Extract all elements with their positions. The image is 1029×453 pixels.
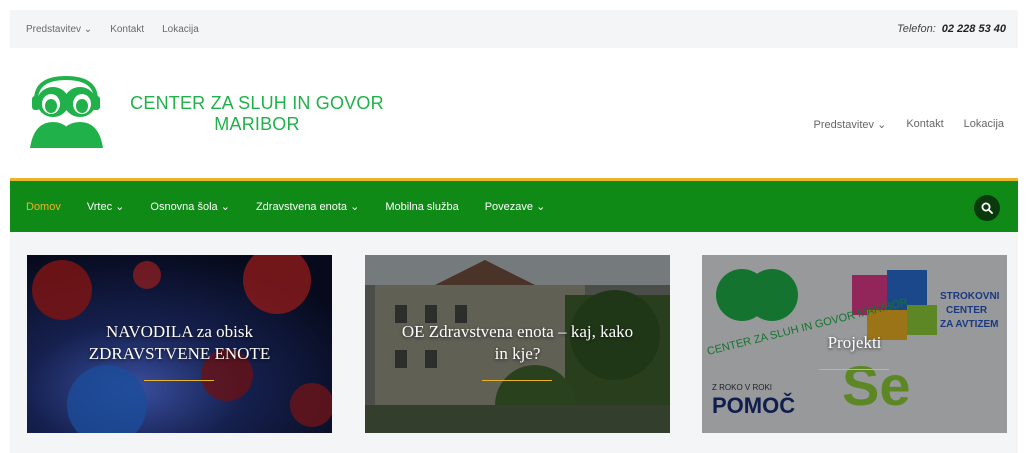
card-title-line-2: ZDRAVSTVENE ENOTE [88,344,271,363]
search-button[interactable] [974,195,1000,221]
nav-item-povezave[interactable]: Povezave ⌄ [485,200,546,213]
page: Predstavitev ⌄ Kontakt Lokacija Telefon:… [10,10,1018,453]
nav-item-osnovna-sola[interactable]: Osnovna šola ⌄ [150,200,230,213]
header-nav: Predstavitev ⌄ Kontakt Lokacija [814,118,1004,131]
card-divider [144,380,214,381]
card-title-line-1: NAVODILA za obisk [105,322,253,341]
brand-line-2: MARIBOR [214,114,300,134]
top-link-lokacija[interactable]: Lokacija [162,24,199,35]
card-title: Projekti [702,332,1007,354]
nav-item-mobilna-sluzba[interactable]: Mobilna služba [385,201,458,213]
top-link-kontakt[interactable]: Kontakt [110,24,144,35]
brand-name[interactable]: CENTER ZA SLUH IN GOVOR MARIBOR [122,93,392,135]
brand-line-1: CENTER ZA SLUH IN GOVOR [130,93,384,113]
card-divider [482,380,552,381]
phone-label: Telefon: [897,23,936,35]
main-nav: Domov Vrtec ⌄ Osnovna šola ⌄ Zdravstvena… [10,181,1018,232]
nav-item-zdravstvena-enota[interactable]: Zdravstvena enota ⌄ [256,200,359,213]
phone-info: Telefon: 02 228 53 40 [897,10,1006,48]
nav-item-domov[interactable]: Domov [26,201,61,213]
search-icon [981,202,993,214]
top-links: Predstavitev ⌄ Kontakt Lokacija [26,10,199,48]
header-link-lokacija[interactable]: Lokacija [964,118,1004,131]
site-header: CENTER ZA SLUH IN GOVOR MARIBOR Predstav… [10,48,1018,178]
featured-cards: NAVODILA za obisk ZDRAVSTVENE ENOTE OE Z… [10,232,1018,453]
card-title: OE Zdravstvena enota – kaj, kako in kje? [365,321,670,365]
top-link-predstavitev[interactable]: Predstavitev ⌄ [26,24,92,35]
card-zdravstvena-enota[interactable]: OE Zdravstvena enota – kaj, kako in kje? [365,255,670,433]
card-title-line-2: in kje? [494,344,541,363]
logo-icon[interactable] [26,70,106,150]
header-link-kontakt[interactable]: Kontakt [906,118,943,131]
card-title-line-1: Projekti [827,333,882,352]
card-title-line-1: OE Zdravstvena enota – kaj, kako [401,322,634,341]
card-divider [819,369,889,370]
phone-number[interactable]: 02 228 53 40 [942,23,1006,35]
card-navodila[interactable]: NAVODILA za obisk ZDRAVSTVENE ENOTE [27,255,332,433]
header-link-predstavitev[interactable]: Predstavitev ⌄ [814,118,887,131]
card-title: NAVODILA za obisk ZDRAVSTVENE ENOTE [27,321,332,365]
nav-item-vrtec[interactable]: Vrtec ⌄ [87,200,125,213]
top-bar: Predstavitev ⌄ Kontakt Lokacija Telefon:… [10,10,1018,48]
card-projekti[interactable]: CENTER ZA SLUH IN GOVOR MARIBOR STROKOVN… [702,255,1007,433]
